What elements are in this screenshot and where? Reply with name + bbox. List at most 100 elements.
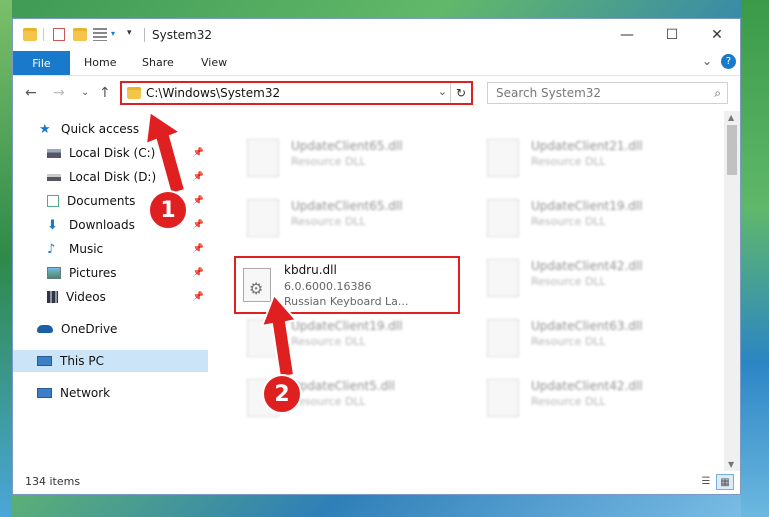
- properties-icon[interactable]: [53, 28, 65, 41]
- sidebar-item-quick-access[interactable]: ★ Quick access: [13, 118, 208, 140]
- sidebar-item-network[interactable]: Network: [13, 382, 208, 404]
- file-item[interactable]: UpdateClient65.dll Resource DLL: [235, 193, 455, 243]
- file-item[interactable]: UpdateClient21.dll Resource DLL: [475, 133, 695, 183]
- help-icon[interactable]: ?: [721, 54, 736, 69]
- file-description: Resource DLL: [291, 215, 366, 228]
- tab-view[interactable]: View: [201, 56, 227, 69]
- sidebar-item-label: Pictures: [69, 266, 117, 280]
- address-bar[interactable]: C:\Windows\System32 ⌄ ↻: [120, 81, 473, 105]
- sidebar-item-label: Local Disk (D:): [69, 170, 157, 184]
- file-item[interactable]: UpdateClient42.dll Resource DLL: [475, 373, 695, 423]
- file-description: Resource DLL: [531, 335, 606, 348]
- file-name: UpdateClient19.dll: [291, 319, 403, 333]
- file-description: Resource DLL: [291, 155, 366, 168]
- file-description: Resource DLL: [291, 395, 366, 408]
- sidebar-item-pictures[interactable]: Pictures 📌: [13, 262, 208, 284]
- dll-file-icon: [487, 139, 519, 177]
- file-description: Resource DLL: [531, 215, 606, 228]
- file-description: Resource DLL: [531, 155, 606, 168]
- sidebar-item-local-disk-c[interactable]: Local Disk (C:) 📌: [13, 142, 208, 164]
- file-name: UpdateClient21.dll: [531, 139, 643, 153]
- file-item-kbdru[interactable]: ⚙ kbdru.dll 6.0.6000.16386 Russian Keybo…: [234, 256, 460, 314]
- pin-icon[interactable]: 📌: [193, 172, 204, 182]
- dll-file-icon: [487, 259, 519, 297]
- file-explorer-window: ▾ ▾ System32 — ☐ ✕ File Home Share View …: [12, 18, 741, 495]
- sidebar-item-label: Local Disk (C:): [69, 146, 156, 160]
- dll-file-icon: ⚙: [243, 268, 271, 302]
- sidebar-item-label: This PC: [60, 354, 104, 368]
- sidebar-item-label: Documents: [67, 194, 136, 208]
- ribbon: File Home Share View ⌄ ?: [13, 51, 740, 76]
- status-bar: 134 items ☰ ▦: [13, 470, 740, 494]
- file-item[interactable]: UpdateClient19.dll Resource DLL: [475, 193, 695, 243]
- pin-icon[interactable]: 📌: [193, 244, 204, 254]
- folder-icon: [127, 87, 141, 99]
- sidebar-item-label: Network: [60, 386, 111, 400]
- pin-icon[interactable]: 📌: [193, 292, 204, 302]
- sidebar-item-music[interactable]: ♪ Music 📌: [13, 238, 208, 260]
- details-view-icon[interactable]: ☰: [698, 474, 714, 488]
- pin-icon[interactable]: 📌: [193, 196, 204, 206]
- sidebar-item-local-disk-d[interactable]: Local Disk (D:) 📌: [13, 166, 208, 188]
- file-item[interactable]: UpdateClient42.dll Resource DLL: [475, 253, 695, 303]
- file-name: UpdateClient63.dll: [531, 319, 643, 333]
- tab-home[interactable]: Home: [84, 56, 116, 69]
- file-description: Russian Keyboard La...: [284, 295, 409, 308]
- item-count: 134 items: [25, 475, 81, 488]
- desktop-background-left: [0, 0, 12, 517]
- videos-icon: [47, 291, 58, 303]
- search-input[interactable]: Search System32: [496, 86, 601, 100]
- pin-icon[interactable]: 📌: [193, 220, 204, 230]
- file-name: kbdru.dll: [284, 263, 337, 277]
- minimize-button[interactable]: —: [604, 19, 650, 51]
- sidebar-item-videos[interactable]: Videos 📌: [13, 286, 208, 308]
- sidebar-item-label: Quick access: [61, 122, 140, 136]
- search-icon[interactable]: ⌕: [714, 86, 721, 101]
- tab-share[interactable]: Share: [142, 56, 174, 69]
- computer-icon: [37, 356, 52, 366]
- address-dropdown-icon[interactable]: ⌄: [438, 85, 447, 98]
- pictures-icon: [47, 267, 61, 279]
- music-icon: ♪: [47, 241, 56, 257]
- download-icon: ⬇: [47, 217, 58, 233]
- dll-file-icon: [487, 199, 519, 237]
- up-button[interactable]: ↑: [99, 85, 111, 101]
- file-tab[interactable]: File: [13, 51, 70, 75]
- tiles-view-icon[interactable]: ▦: [716, 474, 734, 490]
- sidebar-item-this-pc[interactable]: This PC: [13, 350, 208, 372]
- star-icon: ★: [39, 121, 51, 137]
- pin-icon[interactable]: 📌: [193, 148, 204, 158]
- view-options-icon[interactable]: [93, 28, 107, 41]
- dll-file-icon: [247, 319, 279, 357]
- sidebar-item-onedrive[interactable]: OneDrive: [13, 318, 208, 340]
- cloud-icon: [37, 325, 53, 333]
- vertical-scrollbar[interactable]: ▲ ▼: [724, 111, 740, 471]
- file-item[interactable]: UpdateClient19.dll Resource DLL: [235, 313, 455, 363]
- new-folder-icon[interactable]: [73, 28, 87, 41]
- close-button[interactable]: ✕: [694, 19, 740, 51]
- file-name: UpdateClient5.dll: [291, 379, 395, 393]
- refresh-button[interactable]: ↻: [450, 83, 471, 103]
- scroll-thumb[interactable]: [727, 125, 737, 175]
- expand-ribbon-icon[interactable]: ⌄: [702, 54, 712, 68]
- search-box[interactable]: Search System32 ⌕: [487, 82, 728, 104]
- file-name: UpdateClient42.dll: [531, 379, 643, 393]
- sidebar-item-label: Downloads: [69, 218, 135, 232]
- maximize-button[interactable]: ☐: [649, 19, 695, 51]
- customize-toolbar-icon[interactable]: ▾: [127, 28, 141, 41]
- file-version: 6.0.6000.16386: [284, 280, 372, 293]
- drive-icon: [47, 148, 61, 158]
- forward-button[interactable]: →: [53, 85, 65, 101]
- chevron-down-icon[interactable]: ▾: [111, 29, 125, 42]
- file-item[interactable]: UpdateClient65.dll Resource DLL: [235, 133, 455, 183]
- recent-locations-button[interactable]: ⌄: [81, 87, 89, 98]
- back-button[interactable]: ←: [25, 85, 37, 101]
- sidebar-item-label: Music: [69, 242, 104, 256]
- scroll-up-icon[interactable]: ▲: [728, 113, 734, 122]
- pin-icon[interactable]: 📌: [193, 268, 204, 278]
- file-item[interactable]: UpdateClient63.dll Resource DLL: [475, 313, 695, 363]
- file-description: Resource DLL: [531, 275, 606, 288]
- toolbar-separator: [43, 28, 44, 41]
- address-path[interactable]: C:\Windows\System32: [146, 86, 280, 100]
- scroll-down-icon[interactable]: ▼: [728, 460, 734, 469]
